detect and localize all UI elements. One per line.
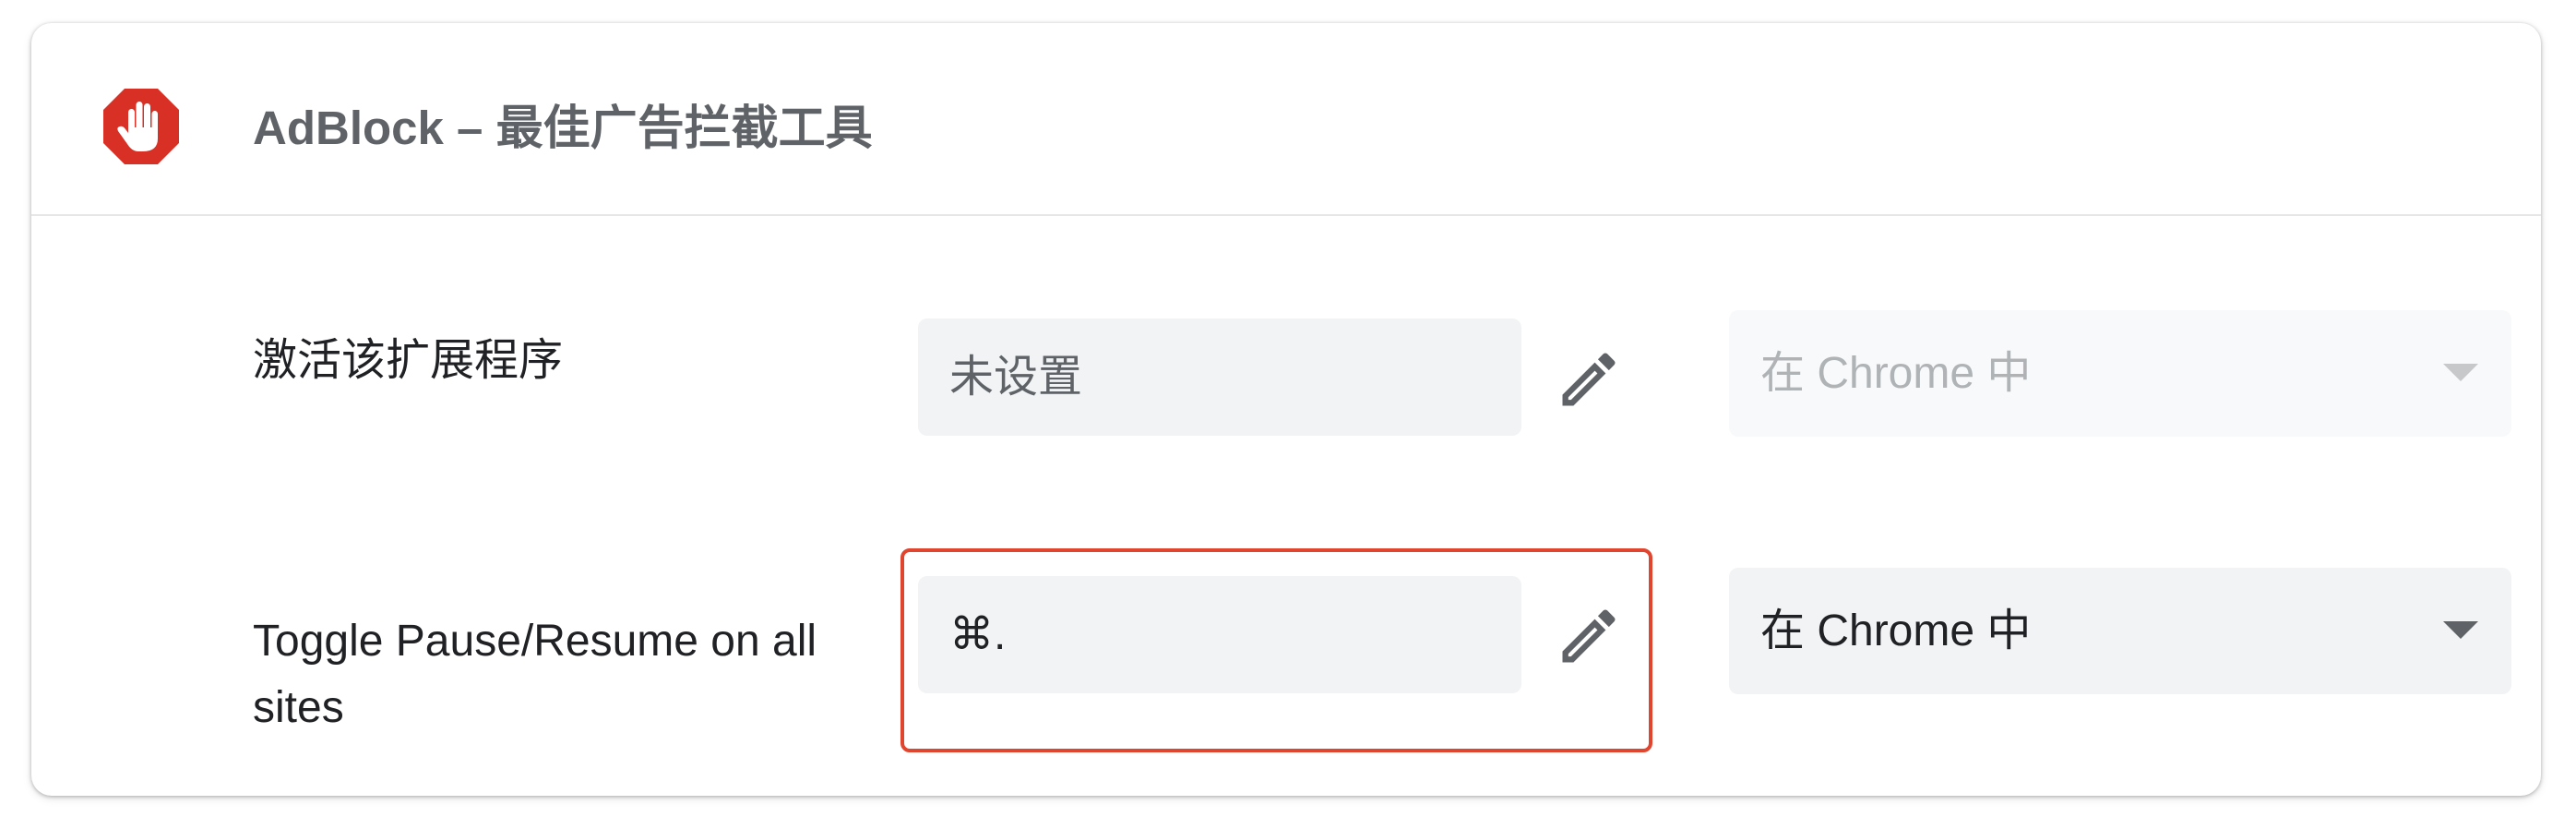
scope-select-activate[interactable]: 在 Chrome 中 — [1729, 310, 2511, 437]
scope-select-value: 在 Chrome 中 — [1760, 607, 2032, 655]
shortcut-label-activate: 激活该扩展程序 — [253, 336, 564, 385]
pencil-icon[interactable] — [1554, 601, 1624, 671]
shortcut-input-activate[interactable]: 未设置 — [918, 318, 1521, 436]
shortcut-label-toggle-pause: Toggle Pause/Resume on all sites — [253, 617, 817, 732]
pencil-icon[interactable] — [1554, 344, 1624, 414]
caret-down-icon — [2443, 621, 2478, 639]
adblock-hand-icon — [103, 89, 179, 164]
extension-title: AdBlock – 最佳广告拦截工具 — [253, 102, 873, 154]
scope-select-value: 在 Chrome 中 — [1760, 349, 2032, 398]
card-header: AdBlock – 最佳广告拦截工具 — [31, 23, 2541, 216]
scope-select-toggle-pause[interactable]: 在 Chrome 中 — [1729, 568, 2511, 694]
shortcut-input-toggle-pause[interactable]: ⌘. — [918, 576, 1521, 693]
extension-shortcuts-card: AdBlock – 最佳广告拦截工具 激活该扩展程序 未设置 在 Chrome … — [31, 23, 2541, 796]
caret-down-icon — [2443, 364, 2478, 381]
